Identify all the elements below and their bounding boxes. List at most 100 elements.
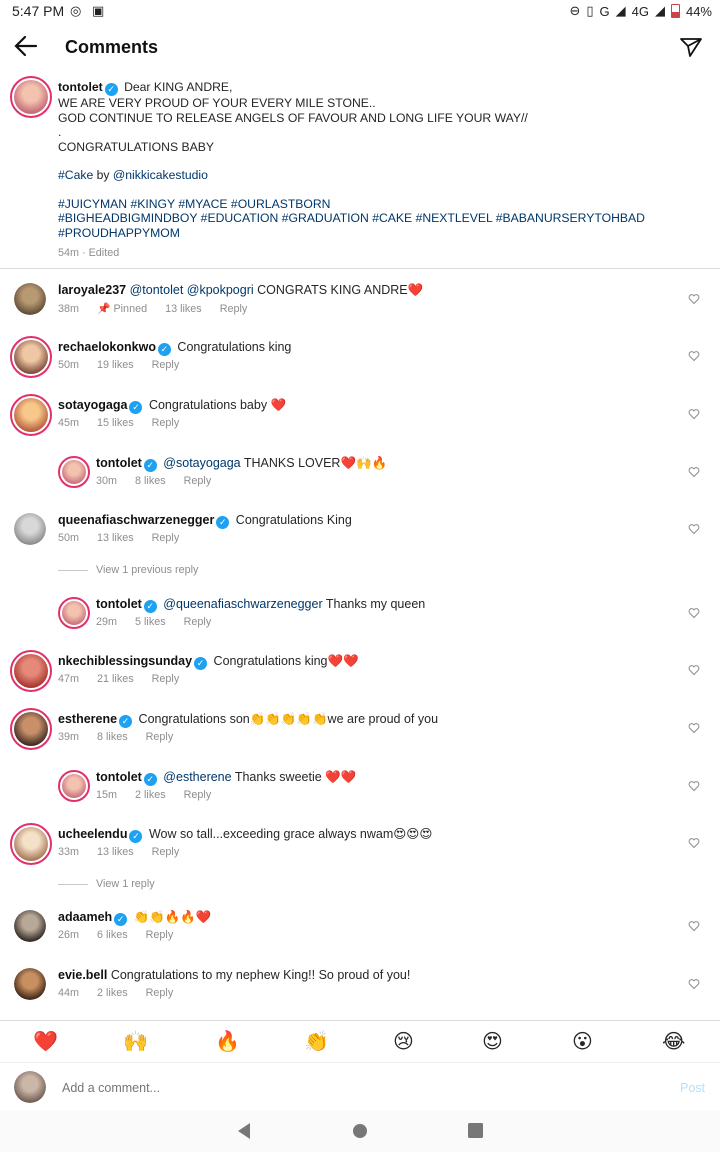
- share-send-icon[interactable]: [678, 34, 704, 60]
- comment-text-row: tontolet ✓ @estherene Thanks sweetie ❤️❤️: [96, 770, 600, 786]
- comment-username[interactable]: tontolet: [96, 456, 142, 470]
- reply-button[interactable]: Reply: [146, 731, 174, 743]
- like-heart-icon[interactable]: [688, 523, 700, 535]
- like-heart-icon[interactable]: [688, 350, 700, 362]
- back-arrow-icon[interactable]: [12, 32, 40, 60]
- hashtag-line[interactable]: #BIGHEADBIGMINDBOY #EDUCATION #GRADUATIO…: [58, 211, 698, 226]
- comment-username[interactable]: adaameh: [58, 910, 112, 924]
- comment-meta: 26m 6 likes Reply: [58, 929, 191, 941]
- view-previous-replies[interactable]: View 1 previous reply: [58, 564, 198, 576]
- emoji-reaction-button[interactable]: 😍: [482, 1029, 503, 1054]
- like-heart-icon[interactable]: [688, 837, 700, 849]
- vibrate-icon: ▯: [586, 3, 594, 18]
- reply-button[interactable]: Reply: [146, 929, 174, 941]
- avatar[interactable]: [58, 456, 90, 488]
- reply-button[interactable]: Reply: [152, 417, 180, 429]
- comment-username[interactable]: laroyale237: [58, 283, 126, 297]
- comment-username[interactable]: evie.bell: [58, 968, 107, 982]
- hashtag-line[interactable]: #JUICYMAN #KINGY #MYACE #OURLASTBORN: [58, 197, 698, 212]
- reply-button[interactable]: Reply: [152, 359, 180, 371]
- hashtag-link[interactable]: #Cake: [58, 168, 93, 182]
- likes-count[interactable]: 6 likes: [97, 929, 128, 941]
- comment-username[interactable]: rechaelokonkwo: [58, 340, 156, 354]
- emoji-reaction-button[interactable]: 🔥: [215, 1029, 240, 1054]
- likes-count[interactable]: 19 likes: [97, 359, 134, 371]
- nav-recents-icon[interactable]: [468, 1123, 483, 1138]
- emoji-reaction-button[interactable]: 😂: [662, 1029, 685, 1054]
- caption-username[interactable]: tontolet: [58, 80, 103, 94]
- comment-username[interactable]: tontolet: [96, 597, 142, 611]
- comment-body: Thanks sweetie ❤️❤️: [231, 770, 357, 784]
- like-heart-icon[interactable]: [688, 408, 700, 420]
- reply-button[interactable]: Reply: [152, 673, 180, 685]
- comment-username[interactable]: nkechiblessingsunday: [58, 654, 192, 668]
- likes-count[interactable]: 21 likes: [97, 673, 134, 685]
- avatar[interactable]: [10, 76, 52, 118]
- emoji-reaction-button[interactable]: 😢: [393, 1029, 414, 1054]
- likes-count[interactable]: 13 likes: [97, 532, 134, 544]
- like-heart-icon[interactable]: [688, 920, 700, 932]
- like-heart-icon[interactable]: [688, 664, 700, 676]
- like-heart-icon[interactable]: [688, 466, 700, 478]
- reply-button[interactable]: Reply: [146, 987, 174, 999]
- like-heart-icon[interactable]: [688, 607, 700, 619]
- status-bar: 5:47 PM ◎ ▣ ⊖ ▯ G ◢ 4G ◢ 44%: [0, 0, 720, 24]
- post-button[interactable]: Post: [680, 1081, 705, 1095]
- comment-username[interactable]: tontolet: [96, 770, 142, 784]
- comment-username[interactable]: ucheelendu: [58, 827, 127, 841]
- reply-button[interactable]: Reply: [220, 303, 248, 315]
- comment-username[interactable]: estherene: [58, 712, 117, 726]
- comment-time: 38m: [58, 303, 80, 315]
- emoji-reaction-button[interactable]: 🙌: [123, 1029, 148, 1054]
- avatar[interactable]: [58, 597, 90, 629]
- likes-count[interactable]: 2 likes: [97, 987, 128, 999]
- avatar[interactable]: [10, 708, 52, 750]
- like-heart-icon[interactable]: [688, 722, 700, 734]
- hashtag-line[interactable]: #PROUDHAPPYMOM: [58, 226, 698, 241]
- avatar[interactable]: [14, 513, 46, 545]
- nav-back-icon[interactable]: [236, 1122, 252, 1140]
- avatar[interactable]: [14, 968, 46, 1000]
- likes-count[interactable]: 2 likes: [135, 789, 166, 801]
- comment-input[interactable]: [60, 1075, 624, 1101]
- comment-username[interactable]: sotayogaga: [58, 398, 127, 412]
- comment-meta: 47m 21 likes Reply: [58, 673, 197, 685]
- reply-button[interactable]: Reply: [184, 789, 212, 801]
- avatar[interactable]: [14, 910, 46, 942]
- likes-count[interactable]: 5 likes: [135, 616, 166, 628]
- mention-link[interactable]: @queenafiaschwarzenegger: [160, 597, 322, 611]
- avatar[interactable]: [10, 650, 52, 692]
- view-replies[interactable]: View 1 reply: [58, 878, 155, 890]
- likes-count[interactable]: 15 likes: [97, 417, 134, 429]
- like-heart-icon[interactable]: [688, 978, 700, 990]
- likes-count[interactable]: 13 likes: [97, 846, 134, 858]
- mention-link[interactable]: @nikkicakestudio: [113, 168, 208, 182]
- comment-time: 44m: [58, 987, 80, 999]
- verified-badge-icon: ✓: [119, 715, 133, 728]
- emoji-reaction-button[interactable]: 😮: [572, 1029, 593, 1054]
- like-heart-icon[interactable]: [688, 293, 700, 305]
- avatar[interactable]: [58, 770, 90, 802]
- mention-link[interactable]: @sotayogaga: [160, 456, 240, 470]
- comment-time: 33m: [58, 846, 80, 858]
- comment-username[interactable]: queenafiaschwarzenegger: [58, 513, 214, 527]
- avatar[interactable]: [10, 394, 52, 436]
- emoji-reaction-button[interactable]: ❤️: [33, 1029, 58, 1054]
- reply-button[interactable]: Reply: [184, 475, 212, 487]
- avatar[interactable]: [14, 283, 46, 315]
- nav-home-icon[interactable]: [352, 1123, 368, 1139]
- avatar[interactable]: [10, 823, 52, 865]
- reply-button[interactable]: Reply: [152, 846, 180, 858]
- likes-count[interactable]: 8 likes: [97, 731, 128, 743]
- mention-link[interactable]: @estherene: [160, 770, 231, 784]
- mention-link[interactable]: @tontolet @kpokpogri: [130, 283, 254, 297]
- likes-count[interactable]: 13 likes: [165, 303, 202, 315]
- caption-line: .: [58, 125, 62, 139]
- like-heart-icon[interactable]: [688, 780, 700, 792]
- reply-button[interactable]: Reply: [184, 616, 212, 628]
- caption-by: by: [96, 168, 110, 182]
- likes-count[interactable]: 8 likes: [135, 475, 166, 487]
- reply-button[interactable]: Reply: [152, 532, 180, 544]
- avatar[interactable]: [10, 336, 52, 378]
- emoji-reaction-button[interactable]: 👏: [304, 1029, 329, 1054]
